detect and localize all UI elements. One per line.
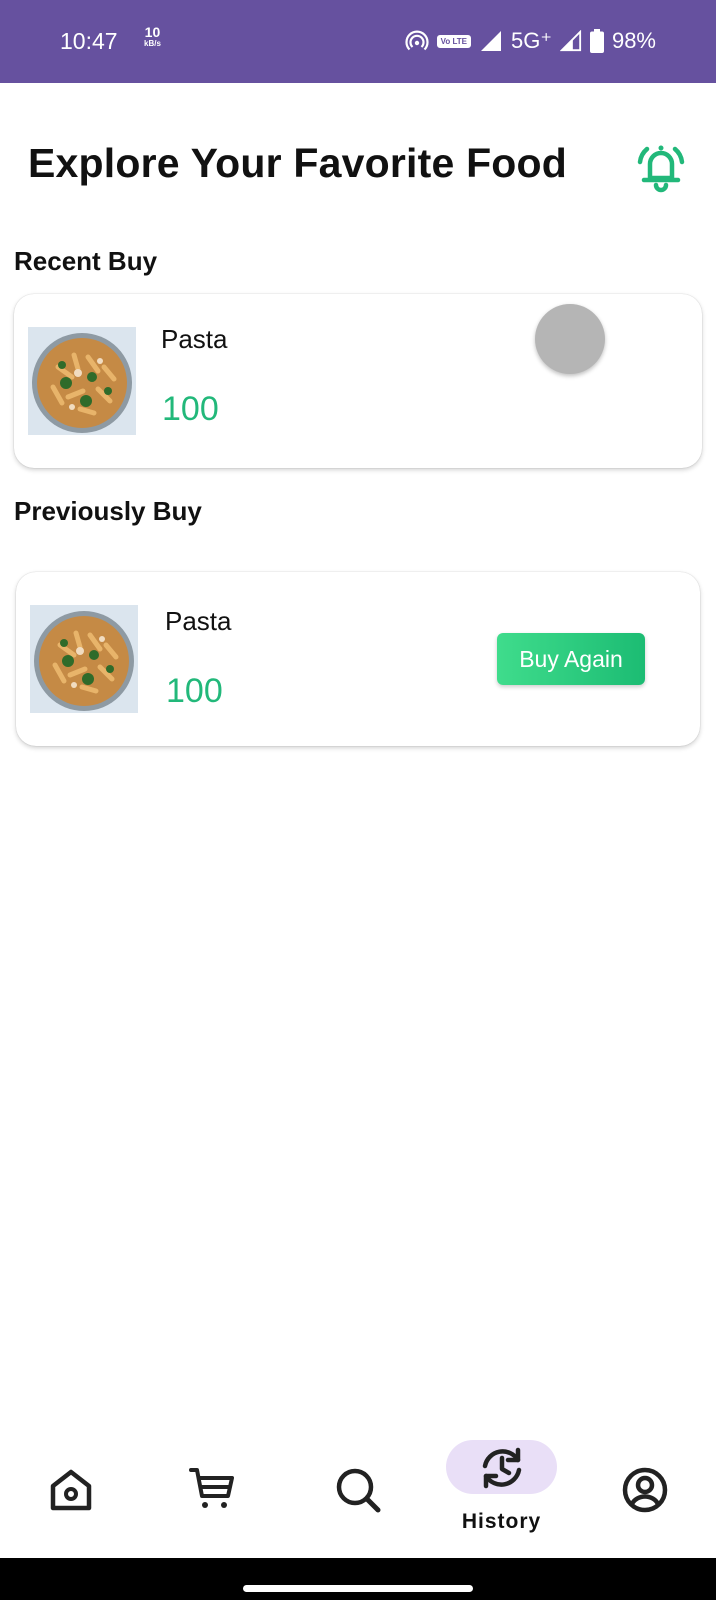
network-speed: 10 kB/s <box>144 25 161 50</box>
nav-profile[interactable] <box>583 1420 703 1540</box>
search-icon <box>336 1468 381 1513</box>
recent-food-card[interactable]: Pasta 100 <box>14 294 702 468</box>
signal-icon <box>480 31 501 51</box>
previously-buy-title: Previously Buy <box>14 496 202 526</box>
food-image <box>30 605 138 713</box>
cart-icon <box>189 1468 234 1508</box>
gesture-handle[interactable] <box>243 1585 473 1592</box>
bottom-nav: History <box>0 1420 716 1560</box>
pasta-image <box>28 327 136 435</box>
status-time: 10:47 <box>60 28 118 54</box>
buy-again-button[interactable]: Buy Again <box>497 633 645 685</box>
nav-home[interactable] <box>11 1420 131 1540</box>
history-icon[interactable] <box>478 1444 526 1492</box>
food-name: Pasta <box>165 606 232 636</box>
bell-ringing-icon[interactable] <box>630 134 692 196</box>
home-icon <box>50 1469 92 1511</box>
nav-history-label[interactable]: History <box>446 1510 557 1534</box>
pasta-image <box>30 605 138 713</box>
touch-indicator <box>535 304 605 374</box>
battery-icon <box>589 29 604 53</box>
previous-food-card[interactable]: Pasta 100 Buy Again <box>16 572 700 746</box>
volte-icon: Vo LTE <box>436 34 471 48</box>
nav-cart[interactable] <box>154 1420 274 1540</box>
gesture-bar <box>0 1558 716 1600</box>
food-name: Pasta <box>161 324 228 354</box>
status-bar: 10:47 10 kB/s Vo LTE 5G⁺ 98% <box>0 0 716 83</box>
battery-percent: 98% <box>611 28 656 53</box>
food-price: 100 <box>162 390 219 428</box>
profile-icon <box>622 1467 668 1513</box>
network-type: 5G⁺ <box>510 28 552 53</box>
status-icons: Vo LTE 5G⁺ 98% <box>405 26 656 56</box>
recent-buy-title: Recent Buy <box>14 246 158 276</box>
food-price: 100 <box>166 672 223 710</box>
hotspot-icon <box>405 30 429 51</box>
signal-icon-2 <box>559 30 582 52</box>
food-image <box>28 327 136 435</box>
network-speed-unit: kB/s <box>144 39 161 48</box>
page-title: Explore Your Favorite Food <box>28 140 568 186</box>
nav-search[interactable] <box>297 1420 417 1540</box>
